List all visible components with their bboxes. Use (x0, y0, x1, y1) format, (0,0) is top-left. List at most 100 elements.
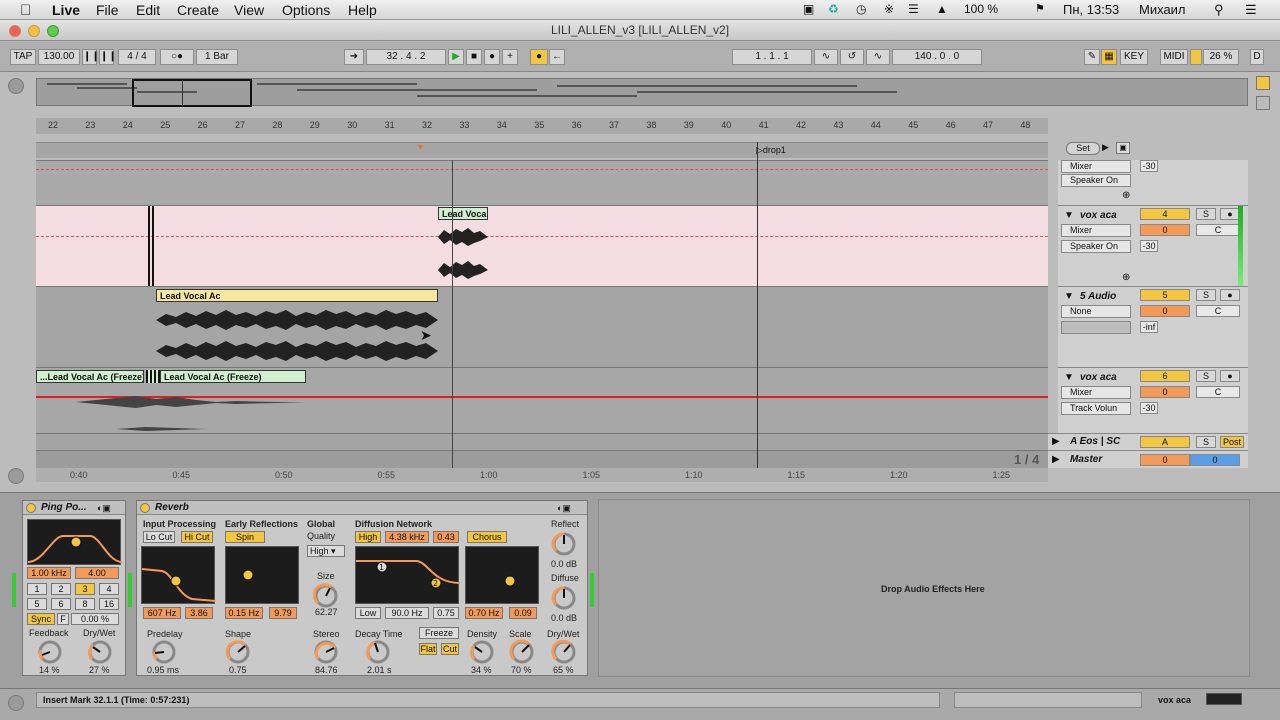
volume-field[interactable]: -inf (1140, 321, 1158, 333)
time-machine-icon[interactable]: ◷ (856, 2, 866, 16)
info-view-toggle-icon[interactable] (8, 468, 24, 484)
user-name[interactable]: Михаил (1139, 2, 1186, 17)
track-name[interactable]: 5 Audio (1080, 291, 1116, 302)
clip-lead-vocal-header[interactable]: Lead Vocal (438, 207, 488, 220)
menu-view[interactable]: View (234, 2, 264, 18)
drywet-knob[interactable] (87, 639, 113, 665)
arm-button[interactable]: ● (1220, 208, 1240, 220)
solo-button[interactable]: S (1196, 436, 1216, 448)
set-locator-button[interactable]: Set (1066, 142, 1100, 155)
chorus-display[interactable] (465, 546, 539, 604)
automation-arm-button[interactable]: ● (530, 49, 548, 65)
cut-button[interactable]: Cut (441, 643, 459, 655)
width-field[interactable]: 4.00 (75, 567, 119, 579)
clip-freeze-2-header[interactable]: Lead Vocal Ac (Freeze) (160, 370, 306, 383)
spotlight-icon[interactable]: ⚲ (1214, 2, 1224, 18)
master-cue-field[interactable]: 0 (1190, 454, 1240, 466)
freeze-button[interactable]: Freeze (419, 627, 459, 639)
menu-create[interactable]: Create (177, 2, 219, 18)
clip-lead-vocal-ac-header[interactable]: Lead Vocal Ac (156, 289, 438, 302)
filter-display[interactable] (27, 519, 123, 565)
record-button[interactable]: ● (484, 49, 500, 65)
track-lane-vox-aca-4[interactable]: Lead Vocal (36, 205, 1048, 286)
time-signature-field[interactable]: 4 / 4 (118, 49, 156, 65)
arrangement-overview[interactable] (36, 78, 1248, 107)
clip-freeze-1-header[interactable]: ...Lead Vocal Ac (Freeze) (36, 370, 144, 383)
track-lane-return-a[interactable] (36, 433, 1048, 450)
track-name[interactable]: Master (1070, 454, 1102, 465)
camera-icon[interactable]: ▣ (803, 2, 814, 16)
track-lane-5-audio[interactable]: Lead Vocal Ac ➤ (36, 286, 1048, 367)
nudge-up-button[interactable]: ❙❙ (99, 49, 117, 65)
overdub-button[interactable]: + (502, 49, 518, 65)
mini-device-chain-icon[interactable] (1206, 693, 1242, 705)
punch-in-button[interactable]: ∿ (814, 49, 838, 65)
low-button[interactable]: Low (355, 607, 381, 619)
info-view-icon[interactable] (8, 695, 24, 711)
metronome-button[interactable]: ○● (160, 49, 194, 65)
track-lane-master[interactable] (36, 450, 1048, 468)
battery-label[interactable]: 100 % (964, 2, 998, 16)
key-map-button[interactable]: KEY (1120, 49, 1148, 65)
high-q-field[interactable]: 0.43 (433, 531, 459, 543)
input-q-field[interactable]: 3.86 (185, 607, 213, 619)
notifications-icon[interactable]: ☰ (1245, 2, 1257, 18)
expand-icon[interactable]: ▶ (1052, 436, 1060, 447)
sync-button[interactable]: Sync (27, 613, 55, 625)
spin-display[interactable] (225, 546, 299, 604)
reverb-drywet-knob[interactable] (551, 639, 577, 665)
decay-knob[interactable] (365, 639, 391, 665)
send-field[interactable]: 0 (1140, 224, 1190, 236)
volume-icon[interactable]: ▲ (936, 2, 948, 16)
add-io-icon[interactable]: ⊕ (1122, 272, 1130, 283)
density-knob[interactable] (469, 639, 495, 665)
high-freq-field[interactable]: 4.38 kHz (385, 531, 429, 543)
track-name[interactable]: A Eos | SC (1070, 436, 1120, 447)
chorus-rate-field[interactable]: 0.70 Hz (465, 607, 503, 619)
wifi-icon[interactable]: ☰ (908, 2, 919, 16)
input-channel-menu[interactable] (1061, 321, 1131, 334)
menu-app[interactable]: Live (52, 2, 80, 18)
menu-file[interactable]: File (96, 2, 119, 18)
tap-button[interactable]: TAP (10, 49, 36, 65)
input-type-menu[interactable]: Mixer (1061, 224, 1131, 237)
beat-2-button[interactable]: 2 (51, 583, 71, 595)
browser-toggle-icon[interactable] (8, 78, 24, 94)
predelay-knob[interactable] (151, 639, 177, 665)
lo-cut-button[interactable]: Lo Cut (143, 531, 175, 543)
low-freq-field[interactable]: 90.0 Hz (385, 607, 429, 619)
master-volume-field[interactable]: 0 (1140, 454, 1190, 466)
minimize-window-button[interactable] (28, 25, 40, 37)
pan-field[interactable]: C (1196, 224, 1240, 236)
loop-start-field[interactable]: 1 . 1 . 1 (732, 49, 812, 65)
next-locator-icon[interactable]: ▶ (1102, 142, 1109, 153)
track-lane-1[interactable] (36, 160, 1048, 205)
solo-button[interactable]: S (1196, 289, 1216, 301)
freeze-button[interactable]: F (57, 613, 69, 625)
chorus-amount-field[interactable]: 0.09 (509, 607, 537, 619)
low-q-field[interactable]: 0.75 (433, 607, 459, 619)
spin-amount-field[interactable]: 9.79 (269, 607, 297, 619)
tempo-field[interactable]: 130.00 (38, 49, 80, 65)
diffusion-display[interactable]: 12 (355, 546, 461, 604)
draw-mode-button[interactable]: ✎ (1084, 49, 1100, 65)
device-menu-icon[interactable]: ◐▣ (557, 503, 571, 514)
quality-select[interactable]: High ▾ (307, 545, 345, 557)
follow-button[interactable]: ➜ (344, 49, 364, 65)
arm-button[interactable]: ● (1220, 370, 1240, 382)
lock-icon[interactable]: ▣ (1116, 142, 1130, 154)
close-window-button[interactable] (9, 25, 21, 37)
beat-16-button[interactable]: 16 (99, 598, 119, 610)
device-power-icon[interactable] (26, 503, 36, 513)
sync-icon[interactable]: ♻ (828, 2, 839, 16)
loop-length-field[interactable]: 140 . 0 . 0 (892, 49, 982, 65)
volume-field[interactable]: -30 (1140, 160, 1158, 172)
back-to-arrangement-button[interactable]: ← (549, 49, 565, 65)
reflect-knob[interactable] (551, 531, 577, 557)
send-field[interactable]: 0 (1140, 305, 1190, 317)
track-activator[interactable]: 4 (1140, 208, 1190, 220)
volume-field[interactable]: -30 (1140, 240, 1158, 252)
shape-knob[interactable] (225, 639, 251, 665)
track-activator[interactable]: A (1140, 436, 1190, 448)
send-field[interactable]: 0 (1140, 386, 1190, 398)
